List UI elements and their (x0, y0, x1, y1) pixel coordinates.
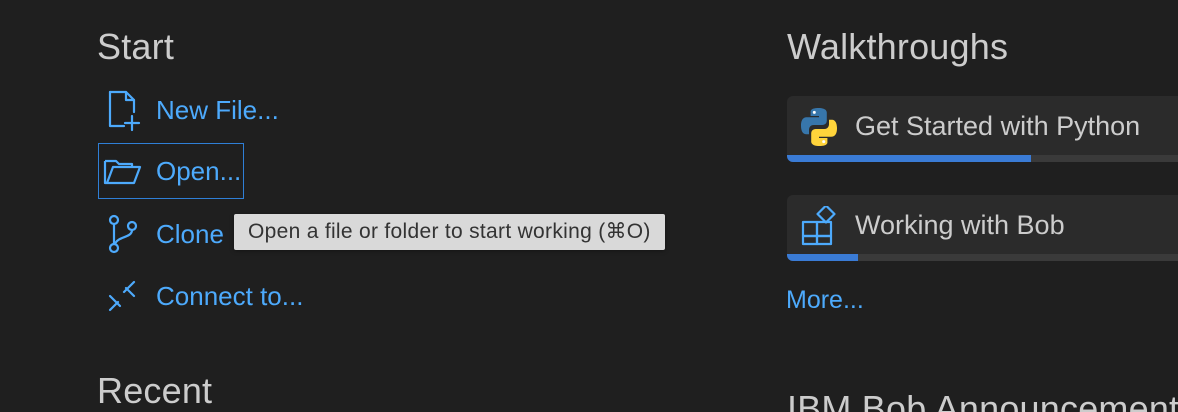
open-tooltip: Open a file or folder to start working (… (234, 214, 665, 250)
connect-to-label: Connect to... (156, 280, 304, 311)
clone-label: Clone (156, 218, 224, 249)
new-file-icon (98, 86, 146, 134)
walkthrough-progress-python (787, 155, 1031, 162)
walkthrough-progress-track-python (787, 155, 1178, 162)
clone-link[interactable]: Clone (98, 206, 224, 262)
connect-to-link[interactable]: Connect to... (98, 268, 303, 324)
open-focus-outline (98, 143, 244, 199)
welcome-page: Start New File... Open... Clone Connect … (0, 0, 1178, 412)
recent-heading: Recent (97, 370, 213, 411)
source-control-icon (98, 210, 146, 258)
walkthrough-card-bob[interactable]: Working with Bob (787, 195, 1178, 261)
walkthrough-progress-bob (787, 254, 859, 261)
walkthrough-title-bob: Working with Bob (855, 210, 1065, 240)
walkthroughs-more-link[interactable]: More... (786, 286, 864, 315)
new-file-label: New File... (156, 94, 279, 125)
walkthrough-card-python[interactable]: Get Started with Python (787, 96, 1178, 162)
python-logo-icon (797, 105, 841, 149)
walkthrough-title-python: Get Started with Python (855, 111, 1141, 141)
extensions-icon (797, 204, 841, 248)
walkthroughs-heading: Walkthroughs (787, 26, 1009, 67)
start-heading: Start (97, 26, 175, 67)
remote-connect-icon (98, 272, 146, 320)
walkthrough-progress-track-bob (787, 254, 1178, 261)
announcements-heading: IBM Bob Announcements (787, 388, 1178, 412)
new-file-link[interactable]: New File... (98, 82, 279, 138)
